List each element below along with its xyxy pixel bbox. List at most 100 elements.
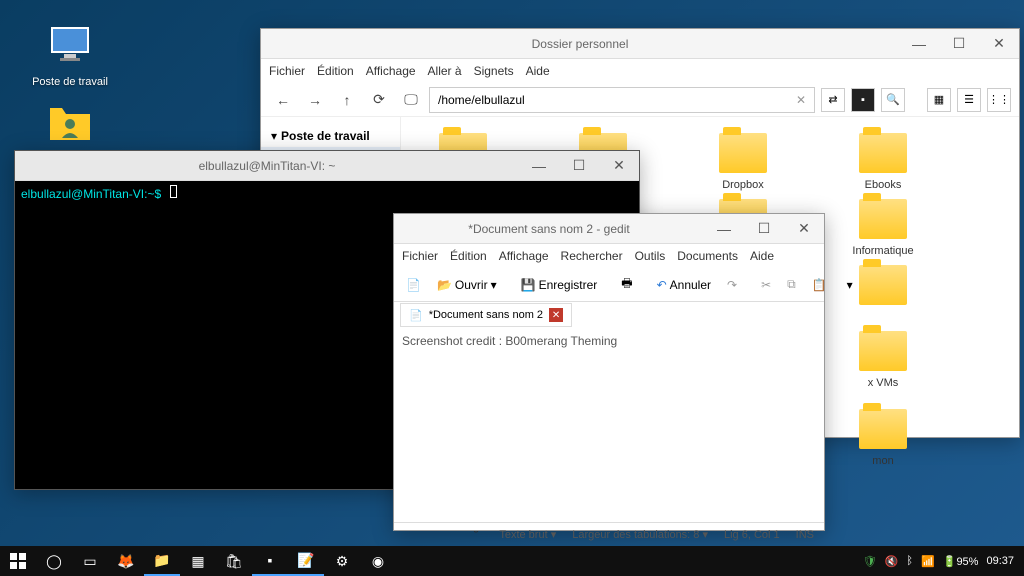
view-compact-button[interactable]: ⋮⋮ [987,88,1011,112]
folder-user-icon [46,100,94,148]
desktop-icon-label: Poste de travail [32,76,108,88]
folder-open-icon: 📂 [437,278,452,292]
up-button[interactable]: ↑ [333,87,361,113]
close-button[interactable]: ✕ [599,151,639,181]
menu-item[interactable]: Affichage [499,249,549,263]
fm-titlebar[interactable]: Dossier personnel — ☐ ✕ [261,29,1019,59]
back-button[interactable]: ← [269,87,297,113]
term-title: elbullazul@MinTitan-VI: ~ [15,159,519,173]
taskbar-gedit[interactable]: 📝 [288,546,324,576]
fm-toolbar: ← → ↑ ⟳ 🖵 /home/elbullazul ✕ ⇄ ▪ 🔍 ▦ ☰ ⋮… [261,83,1019,117]
menu-item[interactable]: Édition [450,249,487,263]
file-item[interactable]: Ebooks [833,133,933,191]
menu-item[interactable]: Outils [635,249,666,263]
system-tray[interactable]: 🛡 🔇 ᛒ 📶 🔋95% 09:37 [853,555,1024,568]
copy-button[interactable]: ⧉ [781,273,802,296]
paste-button[interactable]: 📋 [806,274,833,296]
save-icon: 💾 [521,278,536,292]
taskbar: ◯ ▭ 🦊 📁 ▦ 🛍 ▪ 📝 ⚙ ◉ 🛡 🔇 ᛒ 📶 🔋95% 09:37 [0,546,1024,576]
insert-mode: INS [796,529,814,541]
file-item[interactable]: mon [833,409,933,467]
save-button[interactable]: 💾Enregistrer [515,274,604,296]
view-icons-button[interactable]: ▦ [927,88,951,112]
view-list-button[interactable]: ☰ [957,88,981,112]
monitor-icon [46,20,94,68]
taskbar-files[interactable]: 📁 [144,546,180,576]
menu-item[interactable]: Fichier [269,64,305,78]
close-tab-button[interactable]: ✕ [549,308,563,322]
search-button[interactable]: ◯ [36,546,72,576]
maximize-button[interactable]: ☐ [939,29,979,59]
view-toggle-button[interactable]: ⇄ [821,88,845,112]
gedit-menubar: Fichier Édition Affichage Rechercher Out… [394,244,824,268]
menu-item[interactable]: Rechercher [561,249,623,263]
clear-icon[interactable]: ✕ [796,93,806,107]
gedit-tab[interactable]: 📄 *Document sans nom 2 ✕ [400,303,572,327]
sidebar-computer[interactable]: ▾ Poste de travail [261,125,400,147]
toolbar-menu-button[interactable]: ▾ [841,274,859,296]
menu-item[interactable]: Affichage [366,64,416,78]
volume-icon[interactable]: 🔇 [885,555,899,568]
gedit-titlebar[interactable]: *Document sans nom 2 - gedit — ☐ ✕ [394,214,824,244]
menu-item[interactable]: Aller à [428,64,462,78]
desktop-icon-computer[interactable]: Poste de travail [30,20,110,90]
menu-item[interactable]: Documents [677,249,738,263]
battery-indicator[interactable]: 🔋95% [943,555,979,568]
fm-title: Dossier personnel [261,37,899,51]
file-item[interactable]: Informatique [833,199,933,257]
close-button[interactable]: ✕ [784,214,824,244]
taskbar-terminal[interactable]: ▪ [252,546,288,576]
reload-button[interactable]: ⟳ [365,87,393,113]
copy-icon: ⧉ [787,277,796,292]
folder-icon [859,199,907,239]
taskview-button[interactable]: ▭ [72,546,108,576]
menu-item[interactable]: Signets [474,64,514,78]
bluetooth-icon[interactable]: ᛒ [906,555,913,567]
menu-item[interactable]: Édition [317,64,354,78]
cut-button[interactable]: ✂ [755,274,777,296]
tabwidth-selector[interactable]: Largeur des tabulations: 8 ▾ [572,528,708,541]
file-label: mon [872,455,893,467]
close-button[interactable]: ✕ [979,29,1019,59]
terminal-body[interactable]: elbullazul@MinTitan-VI:~$ [15,181,639,205]
taskbar-settings[interactable]: ⚙ [324,546,360,576]
taskbar-chromium[interactable]: ◉ [360,546,396,576]
term-titlebar[interactable]: elbullazul@MinTitan-VI: ~ — ☐ ✕ [15,151,639,181]
gedit-statusbar: Texte brut ▾ Largeur des tabulations: 8 … [394,522,824,546]
minimize-button[interactable]: — [704,214,744,244]
menu-item[interactable]: Fichier [402,249,438,263]
print-button[interactable]: 🖶 [615,270,638,299]
maximize-button[interactable]: ☐ [744,214,784,244]
gedit-editor[interactable]: Screenshot credit : B00merang Theming [394,328,824,522]
undo-button[interactable]: ↶Annuler [651,274,717,296]
terminal-button[interactable]: ▪ [851,88,875,112]
clock[interactable]: 09:37 [986,555,1014,567]
maximize-button[interactable]: ☐ [559,151,599,181]
redo-button[interactable]: ↷ [721,274,743,296]
paste-icon: 📋 [812,278,827,292]
start-button[interactable] [0,546,36,576]
new-file-button[interactable]: 📄 [400,274,427,296]
file-item[interactable]: x VMs [833,331,933,401]
gedit-toolbar: 📄 📂Ouvrir ▾ 💾Enregistrer 🖶 ↶Annuler ↷ ✂ … [394,268,824,302]
syntax-selector[interactable]: Texte brut ▾ [499,528,556,541]
taskbar-store[interactable]: 🛍 [216,546,252,576]
menu-item[interactable]: Aide [750,249,774,263]
shield-icon[interactable]: 🛡 [863,555,877,568]
file-label: x VMs [868,377,899,389]
minimize-button[interactable]: — [899,29,939,59]
forward-button[interactable]: → [301,87,329,113]
taskbar-firefox[interactable]: 🦊 [108,546,144,576]
address-bar[interactable]: /home/elbullazul ✕ [429,87,815,113]
file-item[interactable]: Dropbox [693,133,793,191]
wifi-icon[interactable]: 📶 [921,555,935,568]
taskbar-app[interactable]: ▦ [180,546,216,576]
minimize-button[interactable]: — [519,151,559,181]
gedit-title: *Document sans nom 2 - gedit [394,222,704,236]
computer-icon[interactable]: 🖵 [397,87,425,113]
open-button[interactable]: 📂Ouvrir ▾ [431,274,503,296]
search-button[interactable]: 🔍 [881,88,905,112]
gedit-window: *Document sans nom 2 - gedit — ☐ ✕ Fichi… [393,213,825,531]
menu-item[interactable]: Aide [526,64,550,78]
cursor-position: Lig 6, Col 1 [724,529,780,541]
